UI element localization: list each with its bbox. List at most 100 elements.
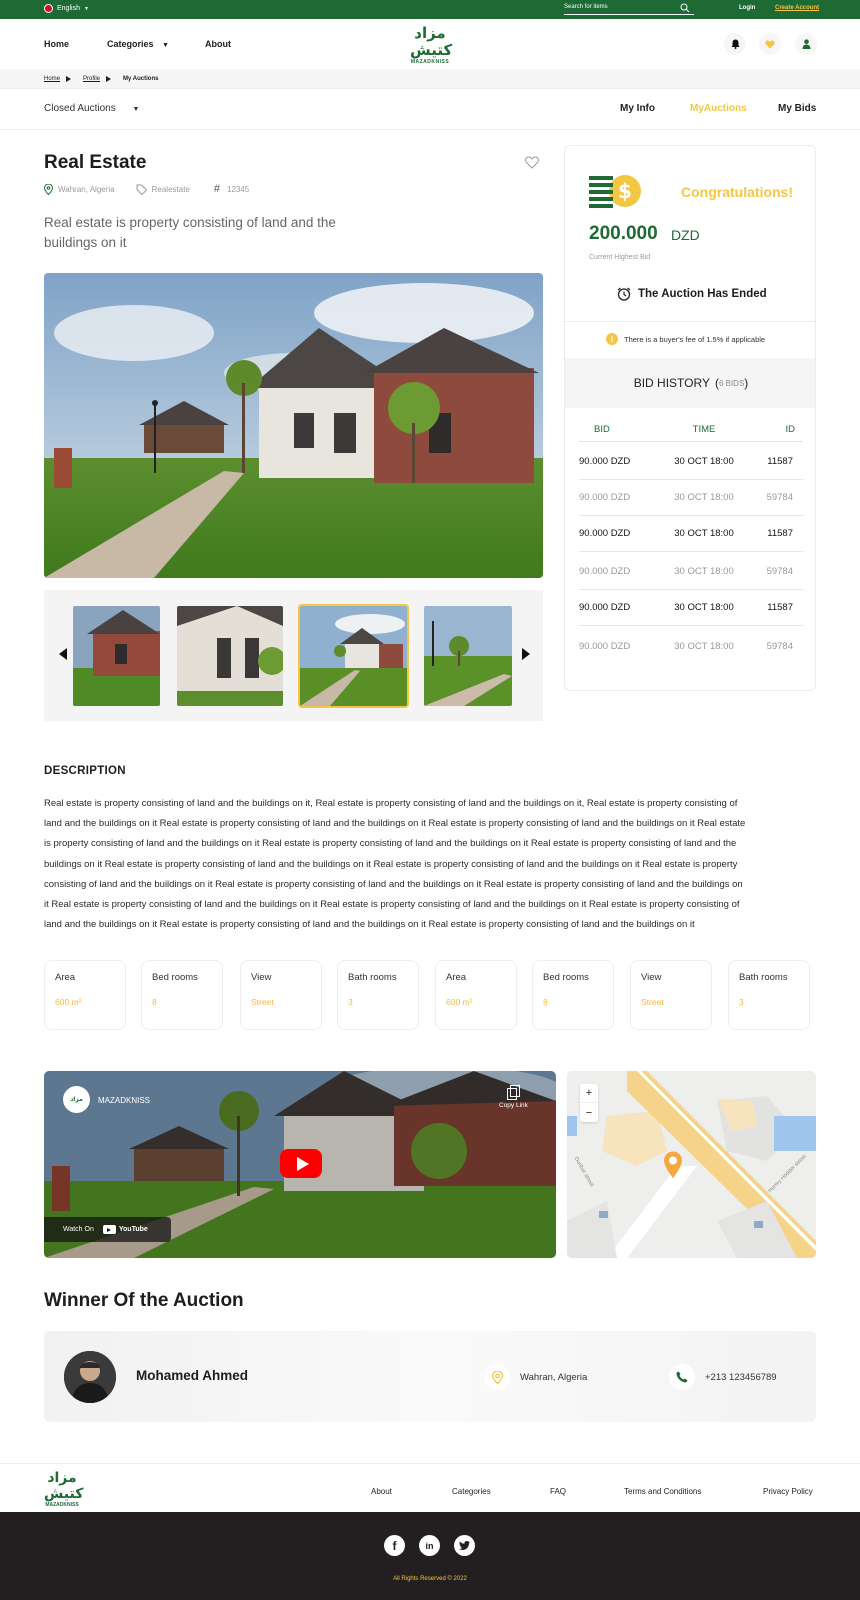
- congratulations-text: Congratulations!: [681, 184, 793, 200]
- winner-name: Mohamed Ahmed: [136, 1368, 249, 1383]
- property-video-player[interactable]: مزاد MAZADKNISS Copy Link Watch On YouTu…: [44, 1071, 556, 1258]
- listing-meta: Wahran, Algeria Realestate # 12345: [44, 183, 249, 195]
- zoom-in-button[interactable]: +: [580, 1084, 598, 1103]
- breadcrumb-profile[interactable]: Profile: [83, 76, 100, 82]
- language-selector[interactable]: English ▼: [44, 4, 89, 13]
- winner-phone: +213 123456789: [705, 1372, 777, 1383]
- notifications-button[interactable]: [724, 33, 746, 55]
- linkedin-icon: in: [425, 1540, 434, 1551]
- thumbnail-1[interactable]: [73, 606, 160, 706]
- top-bar: English ▼ Search for items Login Create …: [0, 0, 860, 19]
- bid-time: 30 OCT 18:00: [674, 566, 734, 577]
- winner-location-badge: [484, 1364, 510, 1390]
- feature-value: Street: [641, 997, 664, 1007]
- winner-phone-badge: [669, 1364, 695, 1390]
- feature-label: Area: [55, 972, 76, 983]
- tab-my-bids[interactable]: My Bids: [778, 103, 816, 114]
- thumbnail-3-image: [300, 606, 407, 706]
- winner-location: Wahran, Algeria: [520, 1372, 588, 1383]
- tab-my-info[interactable]: My Info: [620, 103, 655, 114]
- copyright-text: All Rights Reserved © 2022: [393, 1576, 467, 1582]
- winner-heading: Winner Of the Auction: [44, 1290, 244, 1311]
- create-account-link[interactable]: Create Account: [775, 5, 819, 11]
- feature-value: Street: [251, 997, 274, 1007]
- description-heading: DESCRIPTION: [44, 765, 126, 777]
- highest-bid-label: Current Highest Bid: [589, 254, 651, 261]
- caret-right-icon: [66, 75, 72, 82]
- auction-ended-text: The Auction Has Ended: [638, 288, 767, 300]
- feature-value: 8: [152, 997, 157, 1007]
- thumbnail-4[interactable]: [424, 606, 512, 706]
- chevron-down-icon: ▼: [132, 106, 140, 113]
- thumbnail-4-image: [424, 606, 512, 706]
- twitter-link[interactable]: [454, 1535, 475, 1556]
- footer-link-faq[interactable]: FAQ: [550, 1487, 566, 1496]
- footer-link-categories[interactable]: Categories: [452, 1487, 491, 1496]
- bid-time: 30 OCT 18:00: [674, 640, 734, 652]
- map-pin-icon[interactable]: [663, 1151, 683, 1179]
- footer-link-about[interactable]: About: [371, 1487, 392, 1496]
- footer-link-terms[interactable]: Terms and Conditions: [624, 1487, 701, 1496]
- breadcrumb-current: My Auctions: [123, 75, 159, 82]
- column-id: ID: [785, 424, 796, 435]
- favorite-heart-icon[interactable]: [525, 156, 539, 169]
- bid-amount: 90.000 DZD: [579, 602, 631, 613]
- nav-home[interactable]: Home: [44, 39, 69, 49]
- feature-label: View: [641, 972, 662, 983]
- bid-history-header: BID HISTORY (6 BIDS): [565, 358, 815, 408]
- tab-my-auctions[interactable]: MyAuctions: [690, 103, 747, 114]
- search-icon[interactable]: [680, 3, 690, 13]
- footer-logo-arabic: مزاد كتيش: [44, 1470, 84, 1502]
- description-text: Real estate is property consisting of la…: [44, 798, 746, 931]
- copy-link-button[interactable]: Copy Link: [499, 1085, 528, 1109]
- bid-amount: 90.000 DZD: [579, 528, 631, 539]
- bid-row: 90.000 DZD 30 OCT 18:00 11587: [579, 516, 803, 552]
- footer-logo[interactable]: مزاد كتيش MAZADKNISS: [44, 1470, 84, 1508]
- location-map[interactable]: Dunbar street Hemry Hodder street + −: [567, 1071, 816, 1258]
- feature-label: Bath rooms: [739, 972, 788, 983]
- feature-label: Bath rooms: [348, 972, 397, 983]
- bid-row: 90.000 DZD 30 OCT 18:00 59784: [579, 628, 803, 664]
- breadcrumb-home[interactable]: Home: [44, 76, 60, 82]
- footer-link-privacy[interactable]: Privacy Policy: [763, 1487, 813, 1496]
- thumbnail-2[interactable]: [177, 606, 283, 706]
- location-pin-icon: [491, 1370, 503, 1384]
- watch-on-label: Watch On: [63, 1226, 94, 1233]
- bell-icon: [731, 39, 739, 49]
- bid-history-columns: BID TIME ID: [579, 418, 803, 442]
- alarm-clock-icon: [617, 287, 631, 301]
- thumbnail-3-selected[interactable]: [298, 604, 409, 708]
- main-header: Home Categories ▼ About مزاد كتيش MAZADK…: [0, 19, 860, 69]
- linkedin-link[interactable]: in: [419, 1535, 440, 1556]
- search-placeholder: Search for items: [564, 4, 608, 10]
- breadcrumb: Home Profile My Auctions: [0, 69, 860, 89]
- site-logo[interactable]: مزاد كتيش MAZADKNISS: [410, 25, 452, 66]
- footer-bottom: f in All Rights Reserved © 2022: [0, 1512, 860, 1600]
- map-illustration: [567, 1071, 816, 1258]
- uk-flag-icon: [44, 4, 53, 13]
- channel-logo-icon: مزاد: [70, 1097, 83, 1103]
- search-input[interactable]: Search for items: [564, 3, 694, 15]
- nav-about[interactable]: About: [205, 39, 231, 49]
- login-link[interactable]: Login: [739, 5, 755, 11]
- carousel-prev-icon[interactable]: [59, 648, 67, 660]
- auction-filter-dropdown[interactable]: Closed Auctions ▼: [44, 103, 139, 114]
- footer-logo-latin: MAZADKNISS: [45, 1502, 79, 1508]
- main-property-photo[interactable]: [44, 273, 543, 578]
- favorites-button[interactable]: [759, 33, 781, 55]
- play-button[interactable]: [280, 1149, 322, 1178]
- heart-icon: [765, 40, 775, 48]
- profile-button[interactable]: [795, 33, 817, 55]
- highest-bid-currency: DZD: [671, 227, 700, 243]
- bid-id: 11587: [767, 528, 793, 539]
- zoom-out-button[interactable]: −: [580, 1103, 598, 1122]
- channel-avatar[interactable]: مزاد: [63, 1086, 90, 1113]
- video-channel-name: MAZADKNISS: [98, 1096, 151, 1105]
- facebook-link[interactable]: f: [384, 1535, 405, 1556]
- watch-on-youtube-button[interactable]: Watch On YouTube: [44, 1217, 171, 1242]
- bid-time: 30 OCT 18:00: [674, 528, 734, 539]
- bid-id: 59784: [766, 492, 793, 503]
- carousel-next-icon[interactable]: [522, 648, 530, 660]
- feature-card: View Street: [630, 960, 712, 1030]
- nav-categories[interactable]: Categories ▼: [107, 39, 169, 49]
